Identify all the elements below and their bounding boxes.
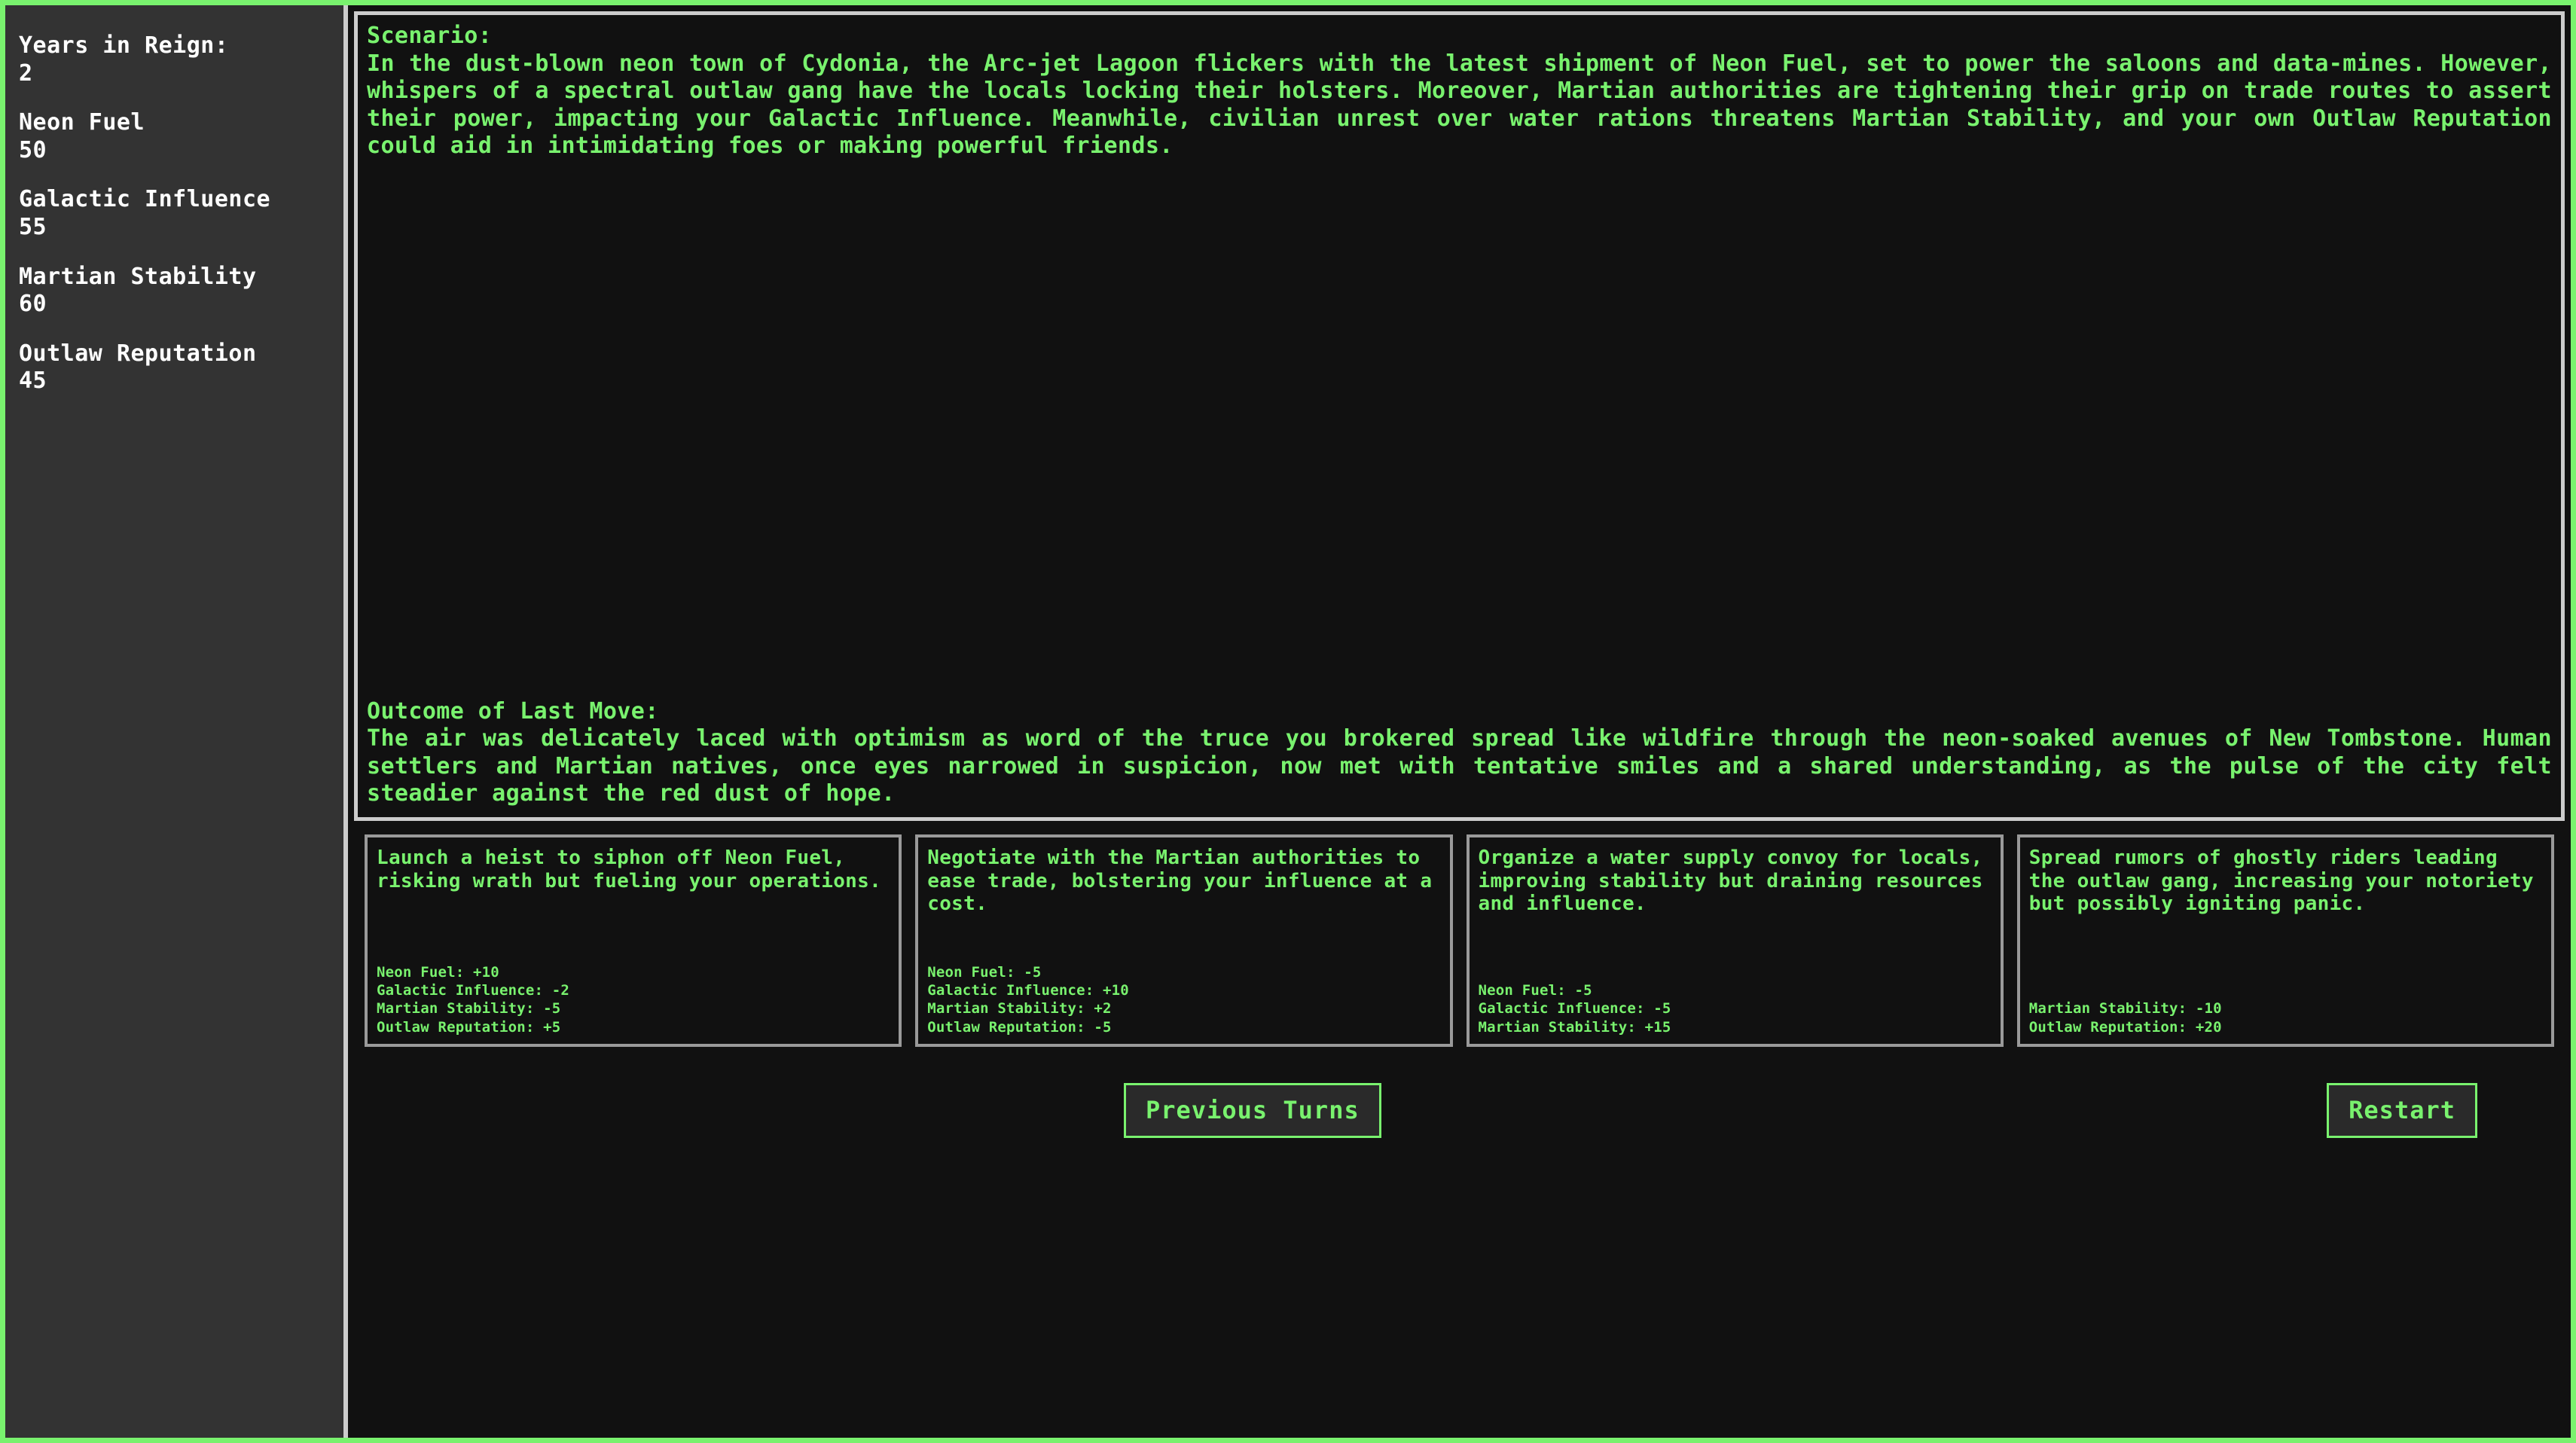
choices-row: Launch a heist to siphon off Neon Fuel, … (348, 821, 2571, 1047)
stat-label: Galactic Influence (19, 186, 330, 214)
choice-card-2[interactable]: Negotiate with the Martian authorities t… (915, 834, 1452, 1047)
narrative-panel: Scenario: In the dust-blown neon town of… (354, 11, 2565, 821)
stat-galactic-influence: Galactic Influence 55 (19, 186, 330, 241)
choice-text: Organize a water supply convoy for local… (1479, 847, 1992, 981)
effect-martian-stability: Martian Stability: +2 (927, 999, 1440, 1017)
effect-outlaw-reputation: Outlaw Reputation: -5 (927, 1018, 1440, 1036)
effect-martian-stability: Martian Stability: -10 (2029, 999, 2542, 1017)
choice-text: Negotiate with the Martian authorities t… (927, 847, 1440, 963)
choice-effects: Martian Stability: -10 Outlaw Reputation… (2029, 999, 2542, 1036)
stat-label: Years in Reign: (19, 32, 330, 60)
stat-outlaw-reputation: Outlaw Reputation 45 (19, 340, 330, 395)
stat-years-in-reign: Years in Reign: 2 (19, 32, 330, 87)
choice-card-3[interactable]: Organize a water supply convoy for local… (1467, 834, 2004, 1047)
stat-label: Outlaw Reputation (19, 340, 330, 368)
stat-label: Neon Fuel (19, 109, 330, 137)
stat-value: 60 (19, 291, 330, 319)
effect-outlaw-reputation: Outlaw Reputation: +5 (377, 1018, 890, 1036)
effect-martian-stability: Martian Stability: +15 (1479, 1018, 1992, 1036)
outcome-group: Outcome of Last Move: The air was delica… (367, 698, 2552, 808)
effect-galactic-influence: Galactic Influence: -2 (377, 981, 890, 999)
main-column: Scenario: In the dust-blown neon town of… (348, 5, 2571, 1438)
restart-button[interactable]: Restart (2327, 1083, 2477, 1138)
stat-value: 50 (19, 137, 330, 165)
controls-row: Previous Turns Restart (348, 1047, 2571, 1438)
effect-neon-fuel: Neon Fuel: -5 (1479, 981, 1992, 999)
effect-galactic-influence: Galactic Influence: +10 (927, 981, 1440, 999)
choice-effects: Neon Fuel: +10 Galactic Influence: -2 Ma… (377, 963, 890, 1036)
choice-card-1[interactable]: Launch a heist to siphon off Neon Fuel, … (365, 834, 902, 1047)
outcome-heading: Outcome of Last Move: (367, 698, 2552, 726)
scenario-text: In the dust-blown neon town of Cydonia, … (367, 50, 2552, 160)
effect-neon-fuel: Neon Fuel: +10 (377, 963, 890, 981)
stat-martian-stability: Martian Stability 60 (19, 264, 330, 319)
choice-effects: Neon Fuel: -5 Galactic Influence: -5 Mar… (1479, 981, 1992, 1036)
choice-card-4[interactable]: Spread rumors of ghostly riders leading … (2017, 834, 2554, 1047)
outcome-text: The air was delicately laced with optimi… (367, 725, 2552, 808)
choice-effects: Neon Fuel: -5 Galactic Influence: +10 Ma… (927, 963, 1440, 1036)
stats-sidebar: Years in Reign: 2 Neon Fuel 50 Galactic … (5, 5, 348, 1438)
stat-value: 55 (19, 214, 330, 242)
previous-turns-button[interactable]: Previous Turns (1124, 1083, 1381, 1138)
stat-value: 45 (19, 368, 330, 395)
effect-martian-stability: Martian Stability: -5 (377, 999, 890, 1017)
effect-neon-fuel: Neon Fuel: -5 (927, 963, 1440, 981)
choice-text: Spread rumors of ghostly riders leading … (2029, 847, 2542, 999)
effect-galactic-influence: Galactic Influence: -5 (1479, 999, 1992, 1017)
game-window: Years in Reign: 2 Neon Fuel 50 Galactic … (0, 0, 2576, 1443)
stat-value: 2 (19, 60, 330, 88)
effect-outlaw-reputation: Outlaw Reputation: +20 (2029, 1018, 2542, 1036)
stat-neon-fuel: Neon Fuel 50 (19, 109, 330, 164)
choice-text: Launch a heist to siphon off Neon Fuel, … (377, 847, 890, 963)
scenario-heading: Scenario: (367, 23, 2552, 50)
stat-label: Martian Stability (19, 264, 330, 291)
